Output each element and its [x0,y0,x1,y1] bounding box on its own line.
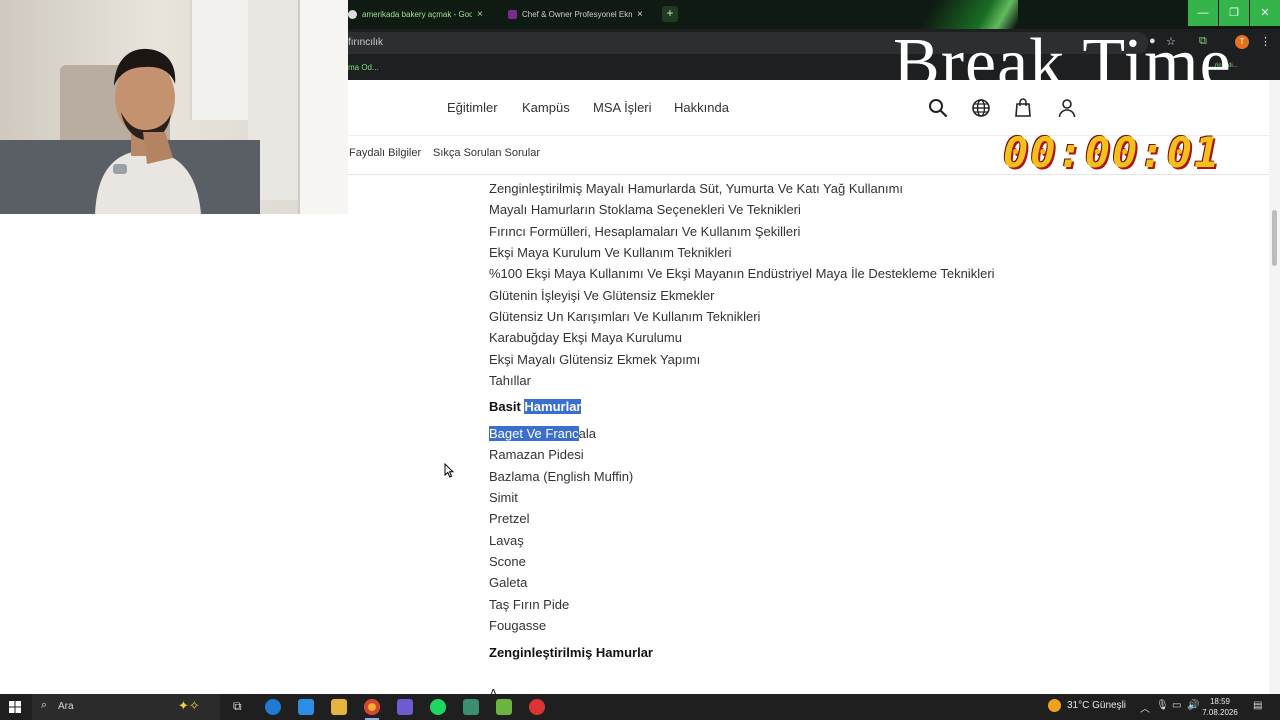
list-item: Scone [489,554,526,569]
new-tab-button[interactable]: + [662,6,678,22]
list-item: Baget Ve Francala [489,426,596,441]
section-heading-basit-hamurlar: Basit Hamurlar [489,399,582,414]
nav-hakkinda[interactable]: Hakkında [674,100,729,115]
list-item: Mayalı Hamurların Stoklama Seçenekleri V… [489,202,801,217]
nav-kampus[interactable]: Kampüs [522,100,570,115]
list-item: Tahıllar [489,373,531,388]
obs-icon[interactable] [529,699,545,715]
list-item: Simit [489,490,518,505]
store-icon[interactable] [298,699,314,715]
taskbar-clock[interactable]: 18:59 7.08.2026 [1198,696,1242,718]
tab-title: Chef & Owner Profesyonel Ekm [522,10,632,19]
taskbar-search-box[interactable]: ⌕ Ara ✦✧ [32,694,220,720]
search-icon[interactable] [927,97,949,119]
google-icon [348,10,357,19]
sun-icon [1048,699,1061,712]
subnav-faydali-bilgiler[interactable]: Faydalı Bilgiler [349,147,421,159]
globe-icon[interactable] [970,97,992,119]
profile-avatar[interactable]: T [1235,35,1249,49]
list-item-partial: A [489,686,498,694]
list-item: Galeta [489,575,528,590]
edge-icon[interactable] [265,699,281,715]
break-timer: 00:00:01 [1003,128,1222,177]
webcam-overlay [0,0,348,214]
restore-button[interactable]: ❐ [1219,0,1249,26]
sparkle-icon: ✦✧ [178,698,200,713]
weather-text: 31°C Güneşli [1067,700,1127,711]
network-icon[interactable]: ▭ [1172,700,1181,711]
chevron-up-icon[interactable]: ︿ [1140,700,1150,715]
app-icon[interactable] [397,699,413,715]
bookmark-item[interactable]: ma Od... [348,63,379,72]
selected-text: Baget Ve Franc [489,426,579,441]
minimize-button[interactable]: — [1188,0,1218,26]
user-icon[interactable] [1056,97,1078,119]
webcam-shelf [298,0,348,214]
list-item: Ekşi Maya Kurulum Ve Kullanım Teknikleri [489,245,732,260]
file-explorer-icon[interactable] [331,699,347,715]
spotify-icon[interactable] [430,699,446,715]
close-icon[interactable]: × [637,9,643,20]
list-item: Glütensiz Un Karışımları Ve Kullanım Tek… [489,309,761,324]
list-item: Fırıncı Formülleri, Hesaplamaları Ve Kul… [489,224,801,239]
list-item: Ramazan Pidesi [489,447,584,462]
app-icon[interactable] [496,699,512,715]
list-item: Fougasse [489,618,547,633]
notifications-icon[interactable]: ▤ [1253,700,1262,711]
clock-time: 18:59 [1209,697,1231,706]
window-close-button[interactable]: ✕ [1250,0,1280,26]
selected-text: Hamurlar [524,399,582,414]
list-item: Karabuğday Ekşi Maya Kurulumu [489,330,682,345]
nav-msa-isleri[interactable]: MSA İşleri [593,100,652,115]
mouse-cursor-icon [444,463,454,478]
task-view-icon[interactable]: ⧉ [233,699,242,714]
subnav-sss[interactable]: Sıkça Sorulan Sorular [433,147,540,159]
scrollbar-thumb[interactable] [1272,210,1277,266]
windows-taskbar: ⌕ Ara ✦✧ ⧉ 31°C Güneşli ︿ 🎙 ▭ 🔊 18:59 7.… [0,694,1280,720]
list-item: Ekşi Mayalı Glütensiz Ekmek Yapımı [489,352,701,367]
search-placeholder: Ara [58,701,74,712]
microphone-icon[interactable]: 🎙 [1156,700,1169,711]
shopping-bag-icon[interactable] [1012,97,1034,119]
list-item: Lavaş [489,533,524,548]
clock-date: 7.08.2026 [1202,708,1238,717]
list-item: Bazlama (English Muffin) [489,469,634,484]
search-icon: ⌕ [41,699,48,711]
section-heading-zenginlestirilmis: Zenginleştirilmiş Hamurlar [489,645,653,660]
windows-start-icon[interactable] [9,701,21,713]
browser-tab-chef-owner[interactable]: Chef & Owner Profesyonel Ekm × [508,4,658,25]
tab-title: amerikada bakery açmak - Goo [362,10,472,19]
webcam-person [95,48,201,214]
chrome-icon[interactable] [364,699,380,715]
nav-egitimler[interactable]: Eğitimler [447,100,498,115]
list-item: %100 Ekşi Maya Kullanımı Ve Ekşi Mayanın… [489,266,995,281]
close-icon[interactable]: × [477,9,483,20]
menu-icon[interactable]: ⋮ [1260,35,1271,48]
list-item: Zenginleştirilmiş Mayalı Hamurlarda Süt,… [489,181,904,196]
browser-tab-search[interactable]: amerikada bakery açmak - Goo × [348,4,498,25]
weather-widget[interactable]: 31°C Güneşli [1048,699,1126,712]
page-scrollbar[interactable] [1269,80,1280,694]
list-item: Taş Fırın Pide [489,597,570,612]
list-item: Pretzel [489,511,530,526]
heading-text: Basit [489,399,525,414]
site-favicon-icon [508,10,517,19]
list-item: Glütenin İşleyişi Ve Glütensiz Ekmekler [489,288,715,303]
item-text: ala [578,426,596,441]
app-icon[interactable] [463,699,479,715]
